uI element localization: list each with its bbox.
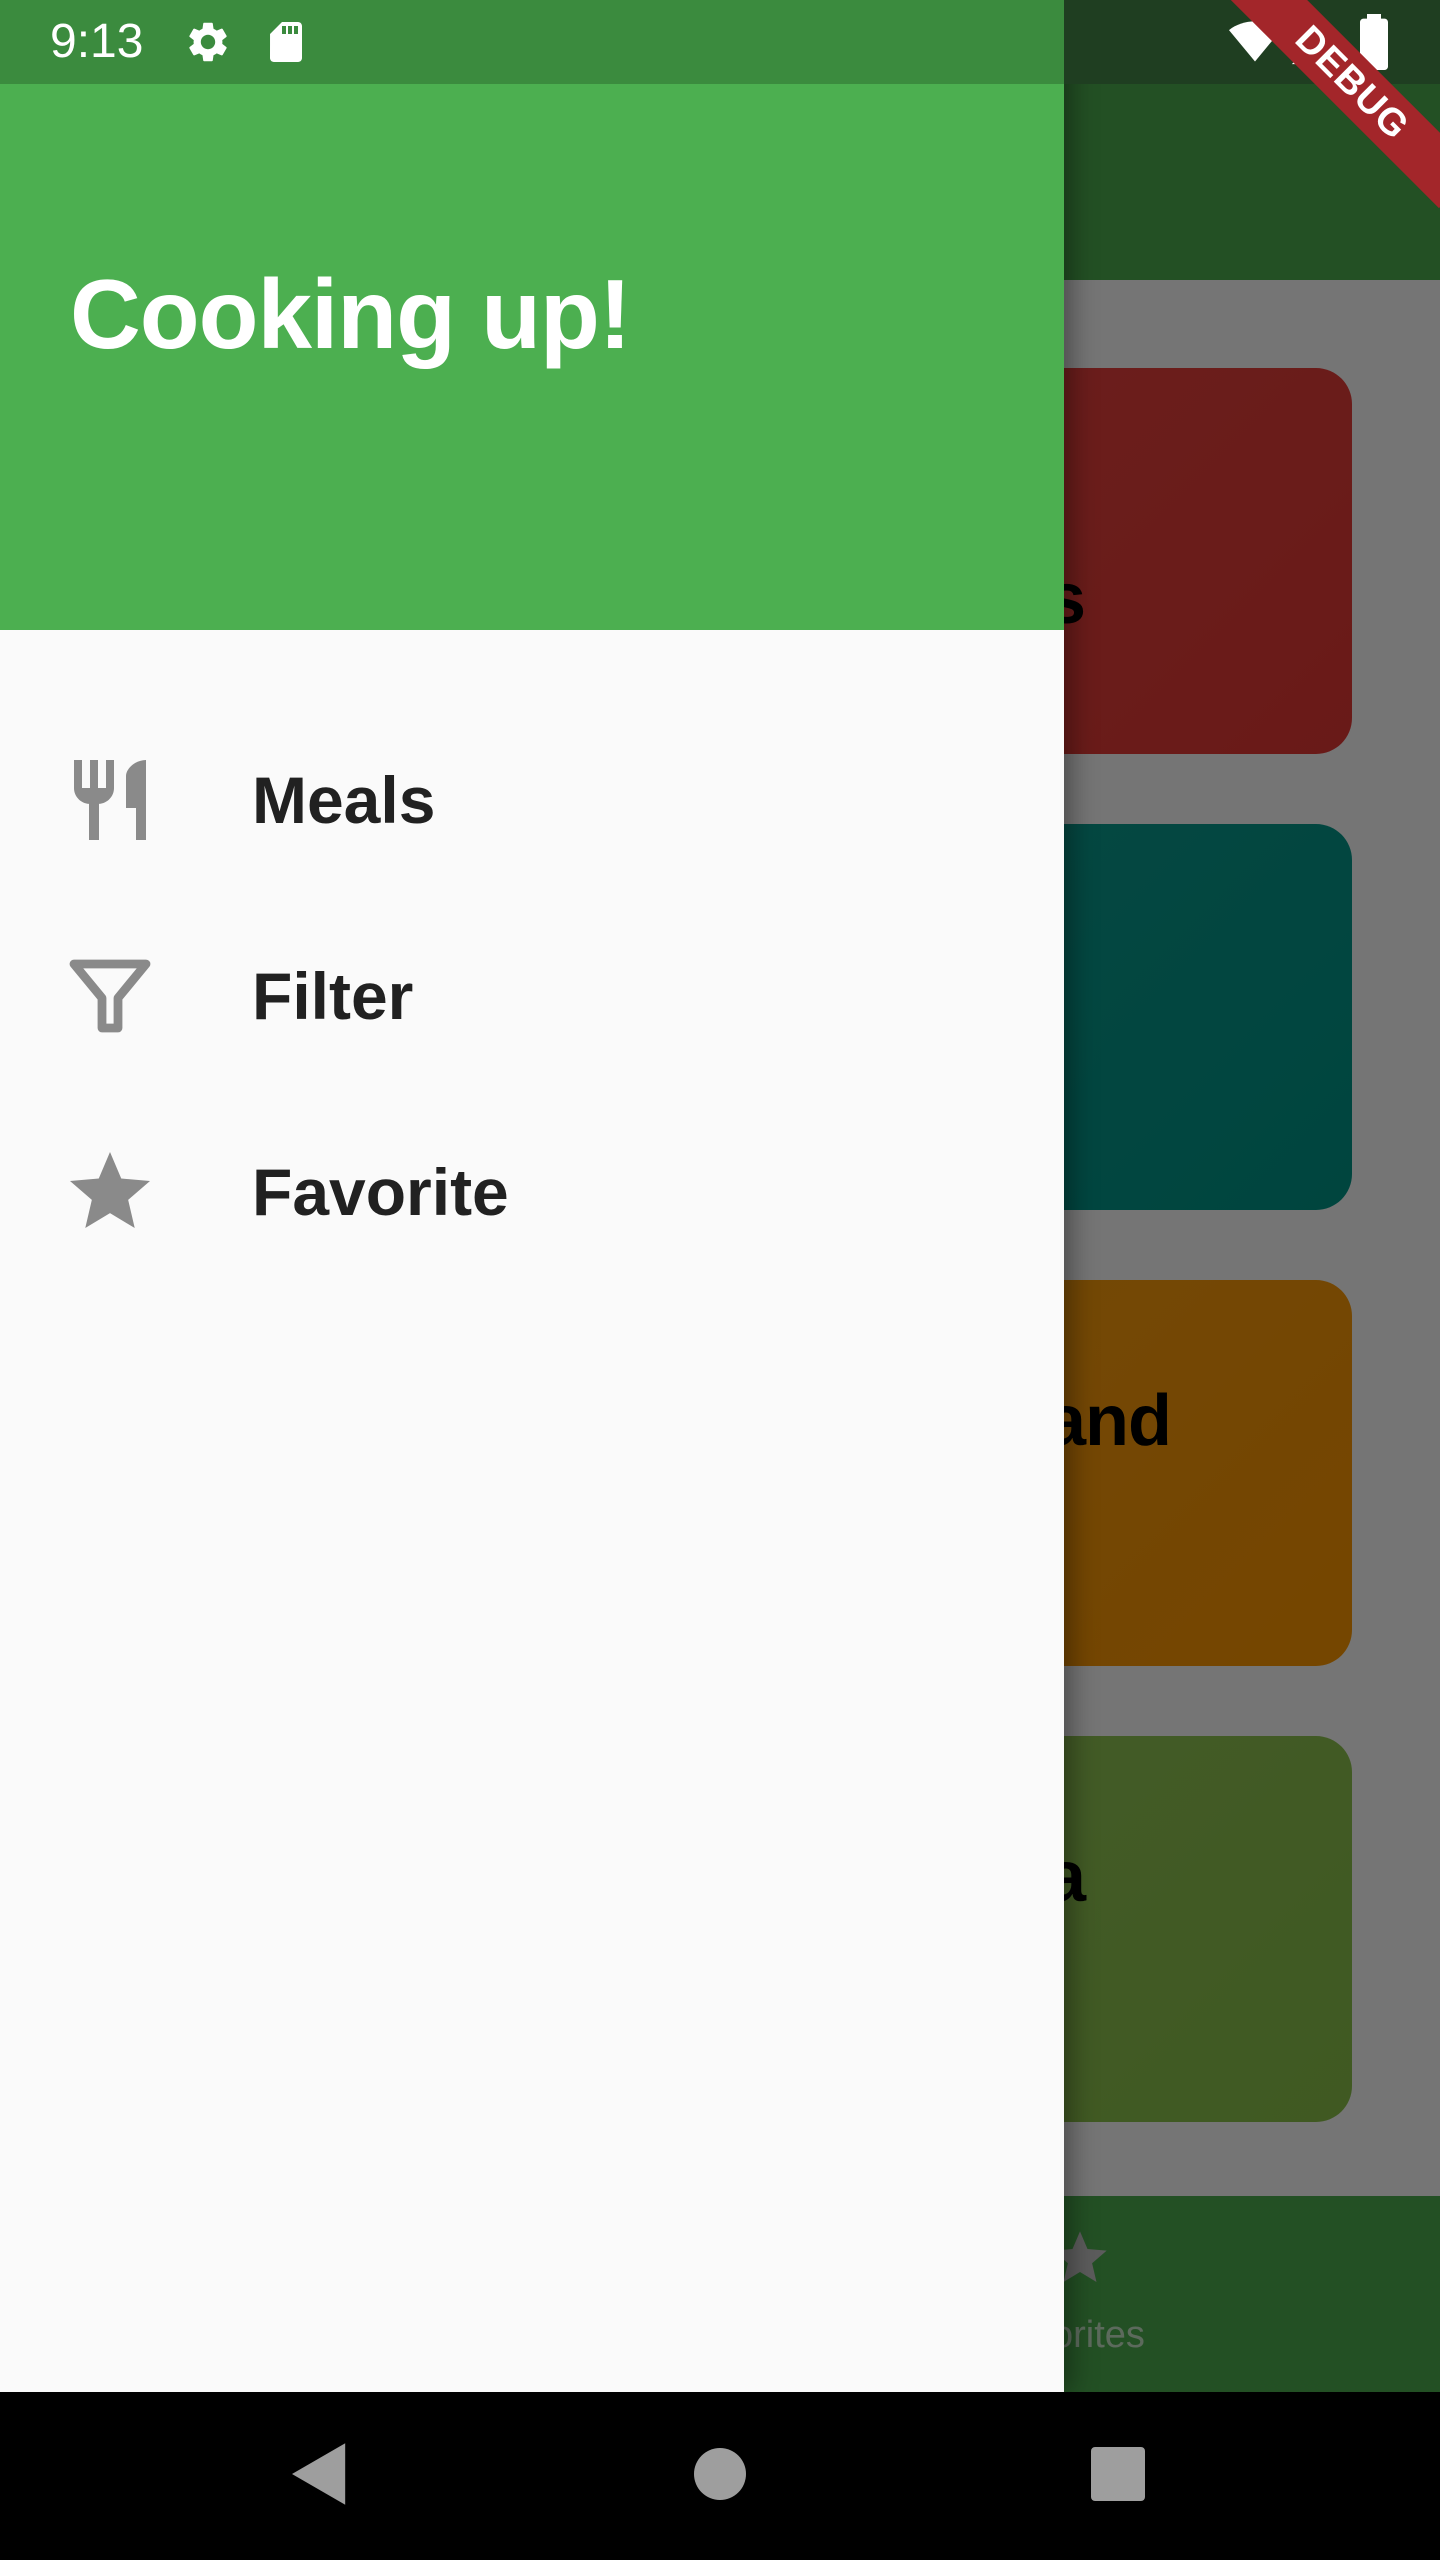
drawer-item-meals[interactable]: Meals [0, 702, 1064, 898]
drawer-item-label: Meals [252, 763, 436, 837]
navigation-drawer: Cooking up! Meals Filter Favorite [0, 0, 1064, 2392]
sd-card-icon [262, 16, 310, 73]
filter-icon [62, 948, 158, 1044]
status-time: 9:13 [50, 15, 144, 68]
back-button[interactable] [270, 2392, 370, 2560]
drawer-item-label: Favorite [252, 1155, 509, 1229]
star-icon [62, 1144, 158, 1240]
drawer-item-filter[interactable]: Filter [0, 898, 1064, 1094]
status-bar: 9:13 [0, 0, 1440, 84]
drawer-header: Cooking up! [0, 0, 1064, 630]
home-icon [694, 2447, 746, 2505]
recents-button[interactable] [1068, 2392, 1168, 2560]
drawer-title: Cooking up! [70, 259, 632, 369]
drawer-item-favorite[interactable]: Favorite [0, 1094, 1064, 1290]
home-button[interactable] [670, 2392, 770, 2560]
back-icon [292, 2442, 348, 2510]
status-bar-left [0, 0, 1064, 84]
settings-icon [184, 18, 232, 71]
system-navigation-bar [0, 2392, 1440, 2560]
drawer-item-label: Filter [252, 959, 414, 1033]
recents-icon [1091, 2446, 1145, 2506]
restaurant-icon [62, 752, 158, 848]
